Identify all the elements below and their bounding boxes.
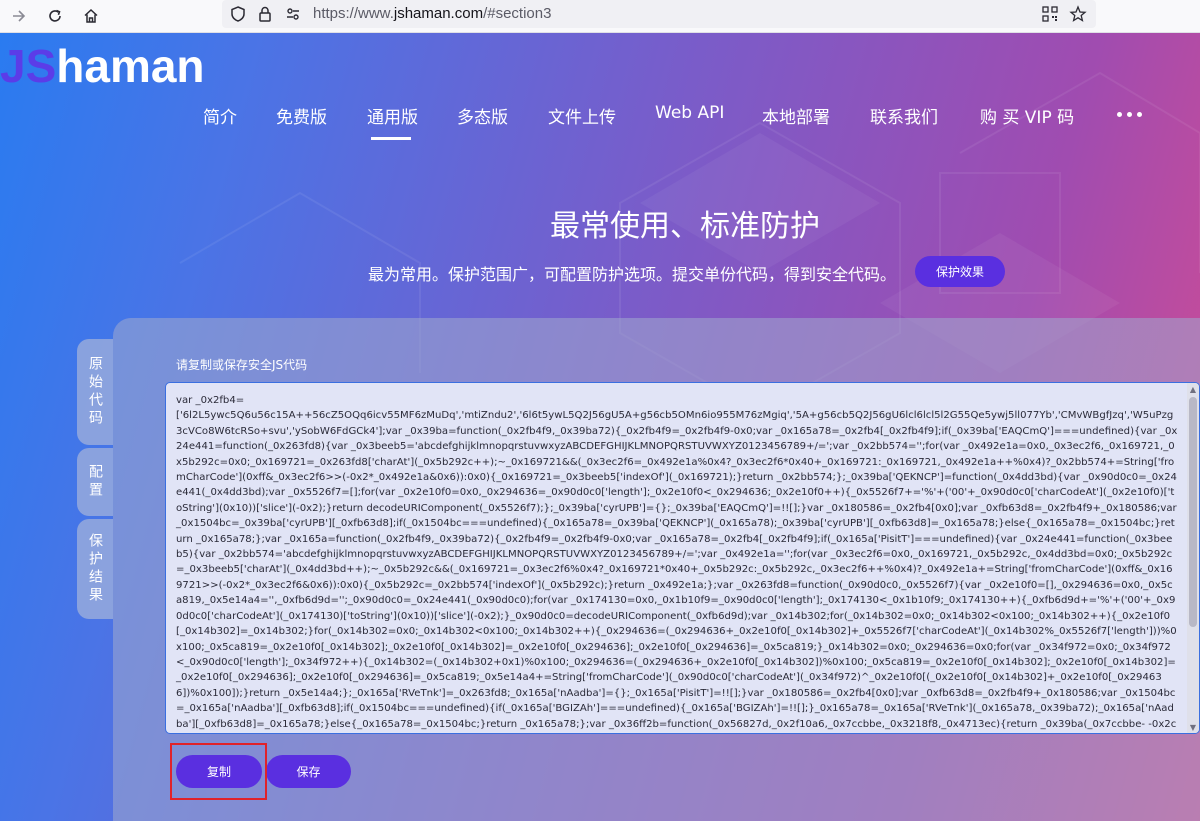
- url-text[interactable]: https://www.jshaman.com/#section3: [313, 5, 551, 22]
- nav-item-buy-vip[interactable]: 购 买 VIP 码: [980, 103, 1074, 128]
- jshaman-logo[interactable]: JShaman: [0, 39, 205, 92]
- url-suffix: /#section3: [483, 5, 552, 22]
- nav-item-file-upload[interactable]: 文件上传: [548, 103, 616, 128]
- url-domain: jshaman.com: [393, 5, 484, 22]
- logo-prefix: JS: [0, 40, 57, 92]
- code-scrollbar[interactable]: ▲ ▼: [1187, 383, 1199, 733]
- reload-icon[interactable]: [42, 4, 68, 28]
- shield-icon[interactable]: [228, 4, 248, 24]
- qr-code-icon[interactable]: [1040, 4, 1060, 24]
- hero-title: 最常使用、标准防护: [550, 209, 820, 244]
- nav-item-web-api[interactable]: Web API: [655, 103, 724, 123]
- browser-toolbar: https://www.jshaman.com/#section3: [0, 0, 1200, 33]
- tab-config[interactable]: 配置: [77, 448, 113, 516]
- copy-highlight-box: [170, 743, 267, 800]
- nav-item-contact[interactable]: 联系我们: [870, 103, 938, 128]
- url-prefix: https://www.: [313, 5, 394, 22]
- lock-icon[interactable]: [255, 4, 275, 24]
- save-button[interactable]: 保存: [266, 755, 351, 788]
- result-label: 请复制或保存安全JS代码: [176, 358, 308, 372]
- hero-subtitle: 最为常用。保护范围广，可配置防护选项。提交单份代码，得到安全代码。: [368, 265, 897, 284]
- tab-protected-result[interactable]: 保护结果: [77, 519, 113, 619]
- forward-arrow-icon[interactable]: [6, 4, 32, 28]
- scroll-thumb[interactable]: [1189, 397, 1197, 627]
- nav-item-local-deploy[interactable]: 本地部署: [762, 103, 830, 128]
- scroll-up-icon[interactable]: ▲: [1189, 386, 1197, 394]
- nav-item-polymorphic[interactable]: 多态版: [457, 103, 508, 128]
- home-icon[interactable]: [78, 4, 104, 28]
- protection-effect-button[interactable]: 保护效果: [915, 256, 1005, 287]
- url-bar[interactable]: https://www.jshaman.com/#section3: [222, 0, 1096, 28]
- result-code-text: var _0x2fb4= ['6l2L5ywc5Q6u56c15A++56cZ5…: [176, 395, 1178, 730]
- nav-item-free[interactable]: 免费版: [276, 103, 327, 128]
- permissions-icon[interactable]: [283, 4, 303, 24]
- bookmark-star-icon[interactable]: [1068, 4, 1088, 24]
- more-menu-icon[interactable]: [1117, 112, 1142, 117]
- scroll-down-icon[interactable]: ▼: [1189, 724, 1197, 732]
- result-code-textarea[interactable]: var _0x2fb4= ['6l2L5ywc5Q6u56c15A++56cZ5…: [165, 382, 1200, 734]
- nav-item-general[interactable]: 通用版: [367, 103, 418, 128]
- nav-active-underline: [371, 137, 411, 140]
- nav-item-intro[interactable]: 简介: [203, 103, 237, 128]
- tab-original-code[interactable]: 原始代码: [77, 339, 113, 445]
- logo-text: haman: [56, 40, 205, 92]
